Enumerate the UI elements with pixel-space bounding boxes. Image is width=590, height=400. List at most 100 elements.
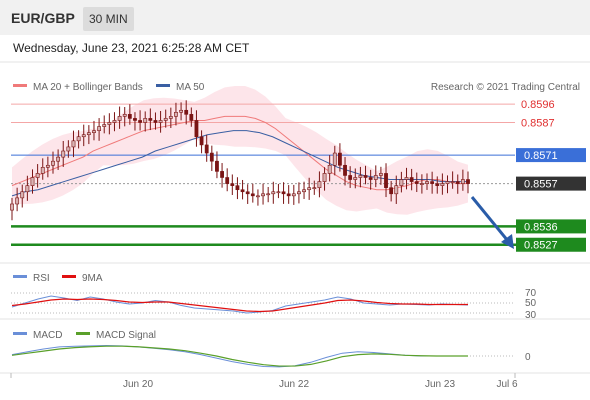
rsi-tick-label: 50 [525, 298, 537, 309]
rsi-ma-line [11, 298, 468, 313]
rsi-panel: 705030 [11, 288, 537, 321]
candle-body [25, 185, 30, 193]
candle-body [317, 181, 322, 188]
rsi-ma-legend-swatch [62, 275, 76, 278]
candle-body [307, 187, 312, 191]
level-label: 0.8557 [524, 179, 558, 191]
candle-body [45, 164, 50, 168]
candle-body [378, 173, 383, 176]
candle-body [332, 152, 337, 166]
candle-body [30, 177, 35, 186]
candle-body [122, 114, 127, 117]
candle-body [404, 177, 409, 180]
candle-body [261, 193, 265, 197]
candle-body [184, 109, 189, 115]
rsi-ma-legend-label: 9MA [82, 273, 103, 284]
candle-body [102, 124, 107, 127]
candle-body [163, 118, 168, 121]
candle-body [20, 191, 25, 199]
bollinger-bands [12, 85, 468, 215]
candle-body [389, 187, 394, 195]
candle-body [153, 120, 158, 123]
candle-body [86, 132, 91, 136]
candle-body [143, 118, 148, 123]
candle-body [40, 167, 45, 174]
candle-body [112, 120, 117, 123]
rsi-legend-label: RSI [33, 273, 50, 284]
candle-body [281, 191, 286, 195]
candle-body [56, 156, 61, 162]
level-label: 0.8587 [521, 117, 555, 129]
candle-body [127, 114, 132, 119]
candle-body [107, 122, 112, 125]
x-tick-label: Jun 20 [123, 379, 153, 390]
candle-body [455, 181, 460, 184]
candle-body [460, 179, 465, 184]
attribution: Research © 2021 Trading Central [431, 82, 580, 93]
candle-body [66, 146, 71, 152]
candle-body [399, 179, 404, 186]
candle-body [158, 120, 163, 123]
candle-body [51, 160, 55, 166]
candle-body [76, 136, 81, 142]
candle-body [312, 187, 317, 189]
candle-body [435, 183, 440, 186]
candle-body [194, 120, 199, 138]
candle-body [245, 191, 250, 195]
macd-signal-legend-label: MACD Signal [96, 330, 156, 341]
candle-body [220, 171, 224, 178]
x-tick-label: Jul 6 [496, 379, 518, 390]
candle-body [204, 144, 209, 154]
candle-body [343, 164, 347, 176]
level-label: 0.8596 [521, 99, 555, 111]
candle-body [358, 175, 363, 178]
candle-body [368, 177, 373, 180]
x-tick-label: Jun 22 [279, 379, 309, 390]
macd-legend-label: MACD [33, 330, 62, 341]
candle-body [419, 183, 424, 185]
candle-body [266, 193, 271, 196]
candle-body [97, 126, 102, 131]
candle-body [291, 193, 296, 197]
candle-body [425, 181, 429, 184]
level-label: 0.8527 [524, 240, 558, 252]
candle-body [327, 164, 332, 174]
candle-body [430, 181, 435, 184]
candle-body [445, 181, 450, 184]
candle-body [250, 193, 255, 197]
candle-body [35, 173, 40, 178]
candle-body [230, 183, 235, 186]
macd-signal-legend-swatch [76, 332, 90, 335]
rsi-tick-label: 30 [525, 310, 537, 321]
candle-body [240, 189, 245, 193]
candle-body [15, 197, 20, 205]
candle-body [384, 173, 388, 188]
candle-body [353, 177, 358, 180]
level-label: 0.8571 [524, 150, 558, 162]
candle-body [363, 175, 368, 178]
candle-body [338, 152, 342, 166]
ma50-legend-swatch [156, 84, 170, 87]
candle-body [81, 134, 86, 138]
candle-body [133, 118, 137, 121]
candle-body [179, 109, 183, 113]
candle-body [71, 140, 76, 148]
macd-panel: 0 [11, 344, 531, 368]
candle-body [440, 183, 445, 186]
candle-body [302, 189, 306, 193]
candle-body [271, 191, 276, 195]
candle-body [348, 175, 353, 180]
candle-body [466, 179, 470, 184]
candle-body [215, 160, 219, 172]
candle-body [61, 150, 66, 158]
macd-legend-swatch [13, 332, 27, 335]
macd-line [11, 344, 468, 368]
candle-body [414, 181, 419, 184]
candle-body [394, 185, 399, 195]
chart-svg: MA 20 + Bollinger Bands MA 50 Research ©… [0, 61, 590, 390]
candle-body [409, 177, 414, 182]
level-label: 0.8536 [524, 221, 558, 233]
candle-body [168, 116, 173, 119]
candle-body [174, 112, 178, 117]
candle-body [138, 120, 142, 123]
